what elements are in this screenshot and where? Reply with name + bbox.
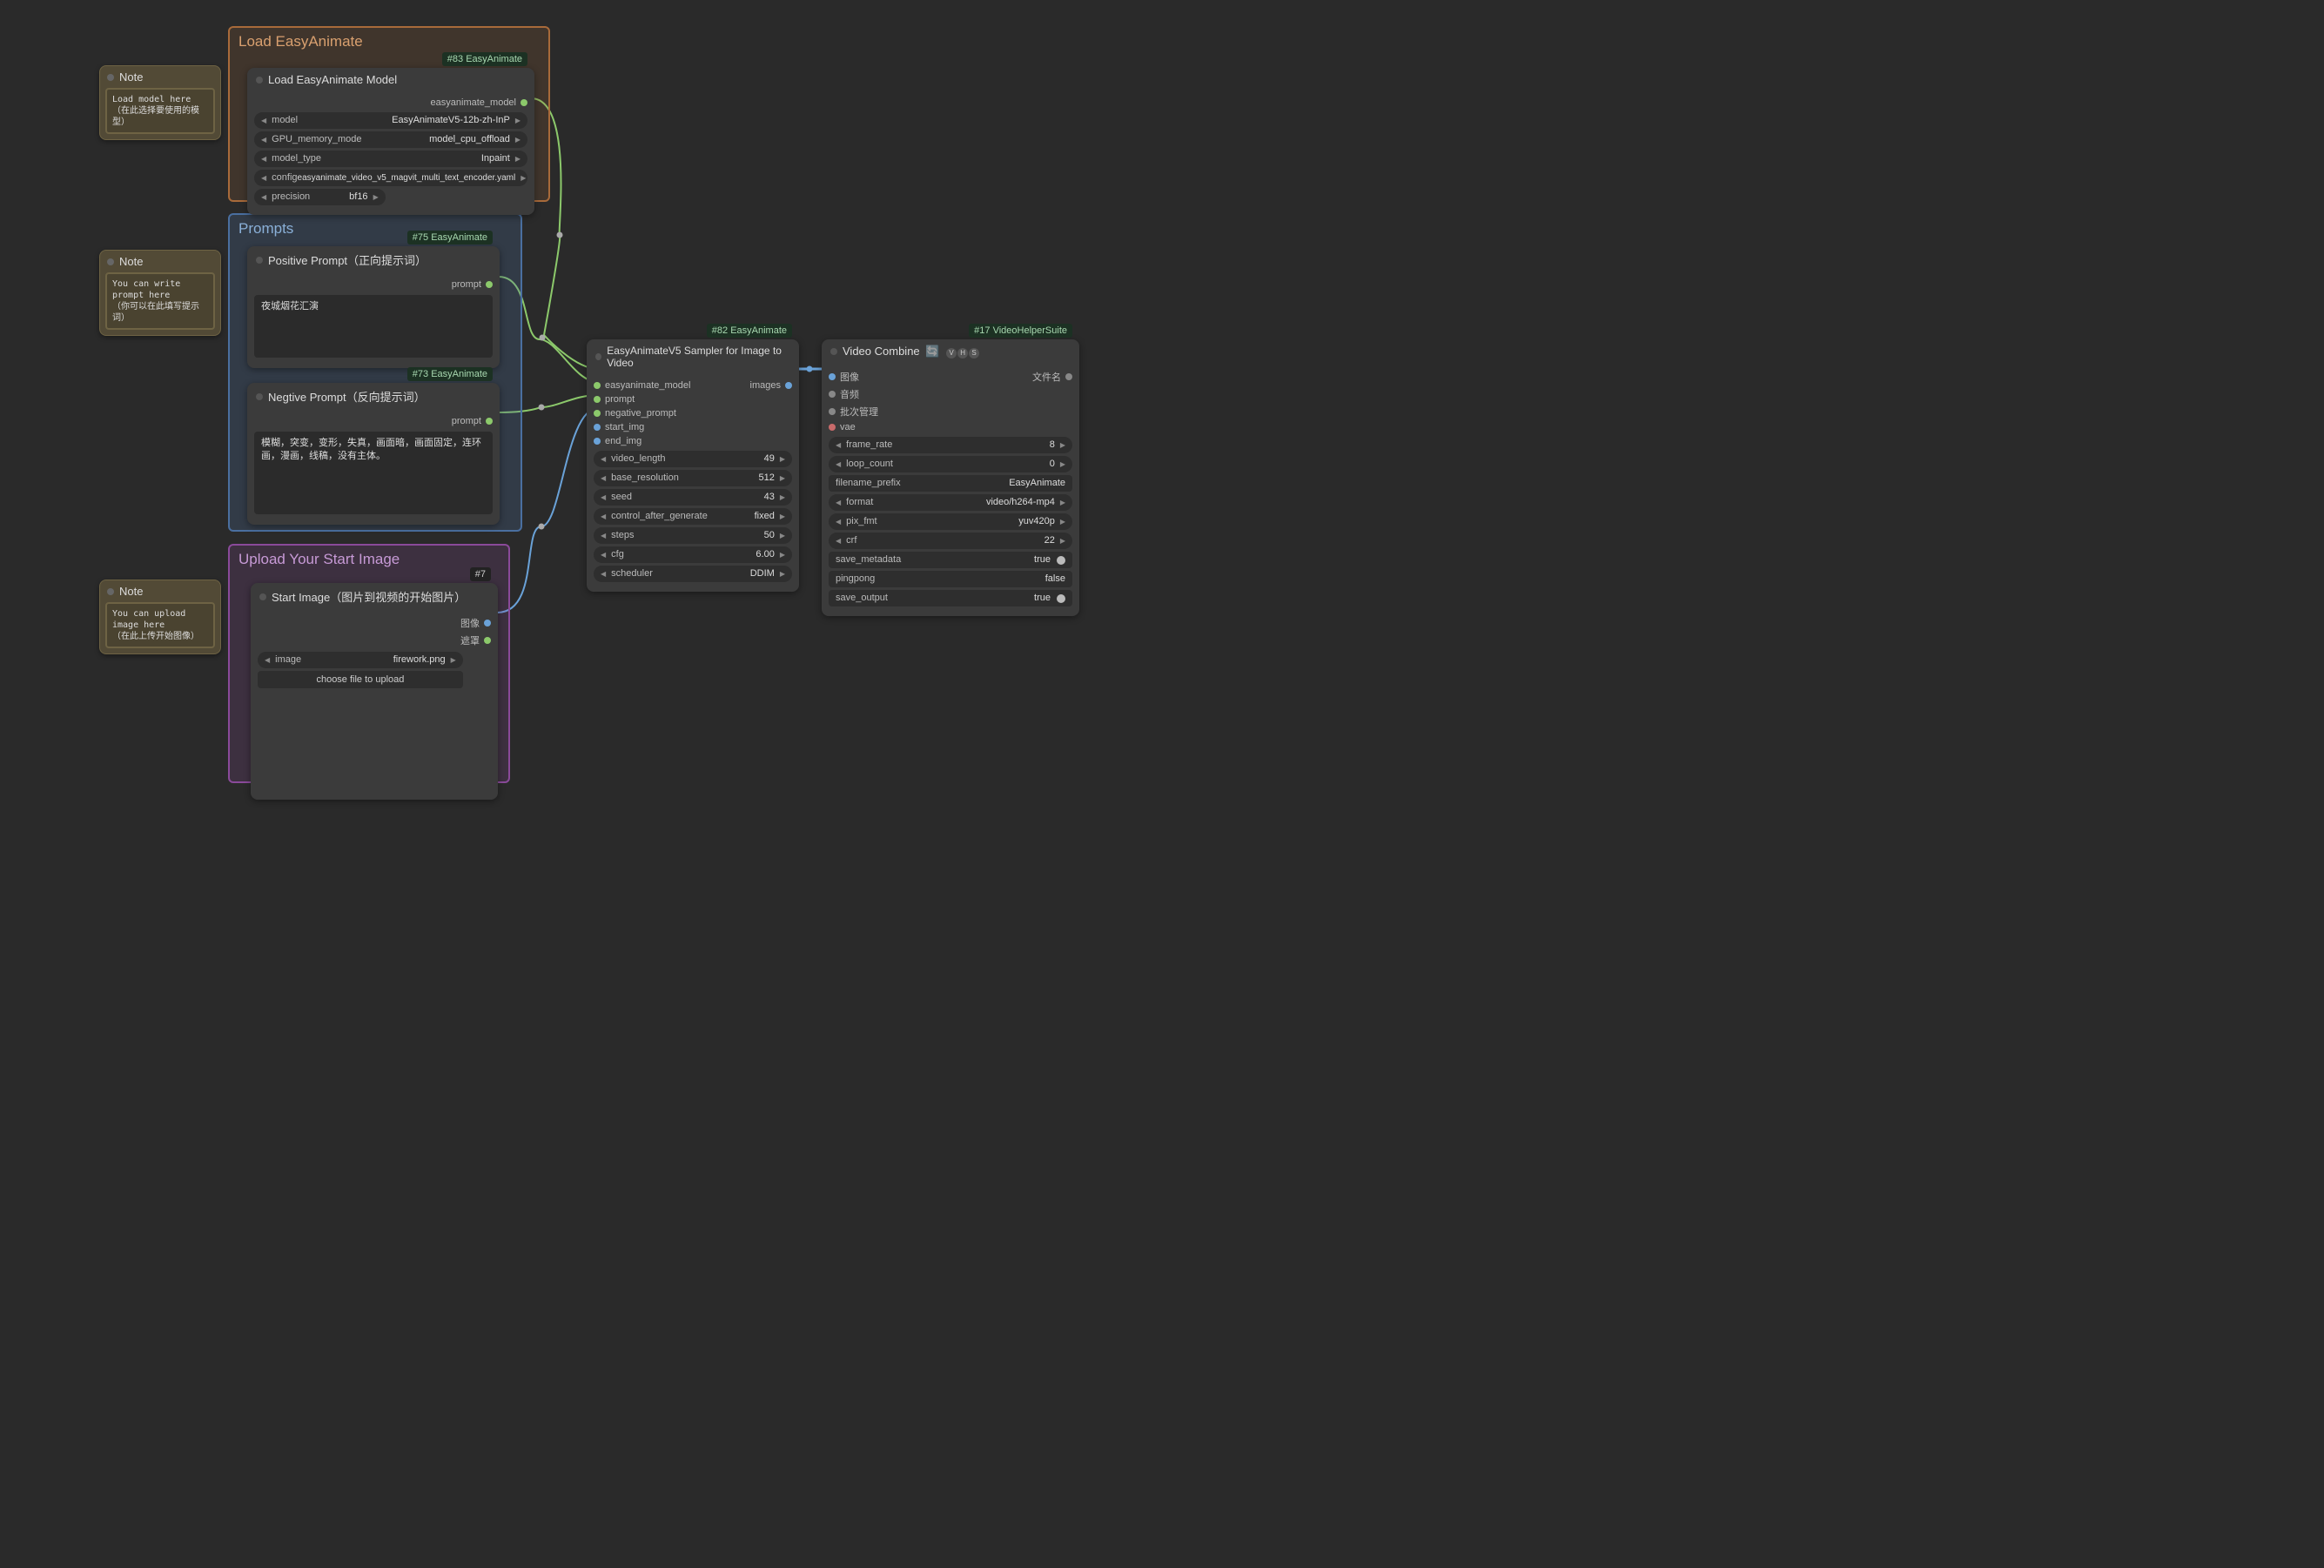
node-title: Load EasyAnimate Model: [268, 73, 397, 86]
collapse-icon[interactable]: [830, 348, 837, 355]
widget-pingpong[interactable]: pingpong false: [829, 571, 1072, 587]
note-load-model: Note Load model here （在此选择要使用的模型）: [99, 65, 221, 140]
in-port-label: vae: [840, 422, 856, 432]
note-title: Note: [119, 585, 143, 598]
widget-seed[interactable]: seed 43: [594, 489, 792, 506]
widget-precision[interactable]: precision bf16: [254, 189, 386, 205]
widget-format[interactable]: format video/h264-mp4: [829, 494, 1072, 511]
note-text: Load model here: [112, 94, 208, 105]
node-load-easyanimate-model[interactable]: #83 EasyAnimate Load EasyAnimate Model e…: [247, 68, 534, 215]
in-port-icon[interactable]: [594, 396, 601, 403]
node-title: EasyAnimateV5 Sampler for Image to Video: [607, 345, 790, 369]
note-text: （在此上传开始图像）: [112, 631, 208, 642]
collapse-icon[interactable]: [256, 77, 263, 84]
reload-icon[interactable]: 🔄: [925, 345, 939, 358]
widget-base-resolution[interactable]: base_resolution 512: [594, 470, 792, 486]
widget-filename-prefix[interactable]: filename_prefix EasyAnimate: [829, 475, 1072, 492]
collapse-icon[interactable]: [256, 257, 263, 264]
note-upload-image: Note You can upload image here （在此上传开始图像…: [99, 580, 221, 654]
in-port-label: easyanimate_model: [605, 380, 690, 391]
node-title: Negtive Prompt（反向提示词）: [268, 388, 426, 405]
out-port-icon[interactable]: [785, 382, 792, 389]
node-badge: #82 EasyAnimate: [707, 324, 792, 338]
out-port-label: prompt: [452, 279, 481, 290]
node-positive-prompt[interactable]: #75 EasyAnimate Positive Prompt（正向提示词） p…: [247, 246, 500, 368]
note-text: （在此选择要使用的模型）: [112, 105, 208, 128]
out-port-label: 图像: [460, 616, 480, 630]
in-port-label: 音频: [840, 387, 859, 401]
out-port-icon[interactable]: [486, 281, 493, 288]
node-start-image[interactable]: #7 Start Image（图片到视频的开始图片） 图像 遮罩 image f…: [251, 583, 498, 800]
note-title: Note: [119, 255, 143, 268]
note-title: Note: [119, 70, 143, 84]
widget-loop-count[interactable]: loop_count 0: [829, 456, 1072, 472]
widget-scheduler[interactable]: scheduler DDIM: [594, 566, 792, 582]
in-port-icon[interactable]: [594, 410, 601, 417]
out-port-icon[interactable]: [486, 418, 493, 425]
vhs-icon: VHS: [946, 348, 979, 358]
in-port-icon[interactable]: [829, 424, 836, 431]
widget-control-after-generate[interactable]: control_after_generate fixed: [594, 508, 792, 525]
node-negative-prompt[interactable]: #73 EasyAnimate Negtive Prompt（反向提示词） pr…: [247, 383, 500, 525]
group-title: Upload Your Start Image: [237, 549, 501, 570]
toggle-icon[interactable]: [1057, 556, 1065, 565]
widget-model[interactable]: model EasyAnimateV5-12b-zh-InP: [254, 112, 527, 129]
collapse-icon[interactable]: [256, 393, 263, 400]
in-port-label: 批次管理: [840, 405, 878, 419]
out-port-icon[interactable]: [521, 99, 527, 106]
widget-steps[interactable]: steps 50: [594, 527, 792, 544]
toggle-icon[interactable]: [1057, 594, 1065, 603]
node-easyanimate-sampler[interactable]: #82 EasyAnimate EasyAnimateV5 Sampler fo…: [587, 339, 799, 592]
note-prompt: Note You can write prompt here （你可以在此填写提…: [99, 250, 221, 336]
widget-save-metadata[interactable]: save_metadata true: [829, 552, 1072, 568]
in-port-label: negative_prompt: [605, 408, 676, 419]
in-port-label: start_img: [605, 422, 644, 432]
note-text: You can upload image here: [112, 608, 208, 631]
prompt-textarea[interactable]: 夜城烟花汇演: [254, 295, 493, 358]
widget-crf[interactable]: crf 22: [829, 533, 1072, 549]
widget-pix-fmt[interactable]: pix_fmt yuv420p: [829, 513, 1072, 530]
in-port-label: prompt: [605, 394, 635, 405]
widget-gpu-memory-mode[interactable]: GPU_memory_mode model_cpu_offload: [254, 131, 527, 148]
node-badge: #75 EasyAnimate: [407, 231, 493, 245]
in-port-icon[interactable]: [829, 373, 836, 380]
widget-config[interactable]: config easyanimate_video_v5_magvit_multi…: [254, 170, 527, 186]
out-port-label: easyanimate_model: [431, 97, 516, 108]
in-port-icon[interactable]: [594, 438, 601, 445]
node-title: Start Image（图片到视频的开始图片）: [272, 588, 466, 605]
in-port-icon[interactable]: [829, 391, 836, 398]
widget-frame-rate[interactable]: frame_rate 8: [829, 437, 1072, 453]
widget-model-type[interactable]: model_type Inpaint: [254, 151, 527, 167]
collapse-icon[interactable]: [259, 593, 266, 600]
out-port-icon[interactable]: [484, 637, 491, 644]
choose-file-button[interactable]: choose file to upload: [258, 671, 463, 688]
out-port-icon[interactable]: [1065, 373, 1072, 380]
out-port-label: 文件名: [1032, 370, 1061, 384]
out-port-label: 遮罩: [460, 633, 480, 647]
node-title: Video Combine 🔄 VHS: [843, 345, 979, 358]
in-port-label: end_img: [605, 436, 641, 446]
group-title: Load EasyAnimate: [237, 31, 541, 52]
node-badge: #73 EasyAnimate: [407, 367, 493, 381]
node-badge: #7: [470, 567, 491, 581]
out-port-label: images: [750, 380, 781, 391]
note-text: （你可以在此填写提示词）: [112, 301, 208, 324]
collapse-icon[interactable]: [595, 353, 601, 360]
node-title: Positive Prompt（正向提示词）: [268, 251, 427, 268]
node-badge: #83 EasyAnimate: [442, 52, 527, 66]
in-port-label: 图像: [840, 370, 859, 384]
widget-save-output[interactable]: save_output true: [829, 590, 1072, 606]
prompt-textarea[interactable]: 模糊，突变，变形，失真，画面暗，画面固定，连环画，漫画，线稿，没有主体。: [254, 432, 493, 514]
out-port-label: prompt: [452, 416, 481, 426]
in-port-icon[interactable]: [829, 408, 836, 415]
node-video-combine[interactable]: #17 VideoHelperSuite Video Combine 🔄 VHS…: [822, 339, 1079, 616]
widget-cfg[interactable]: cfg 6.00: [594, 546, 792, 563]
out-port-icon[interactable]: [484, 620, 491, 627]
in-port-icon[interactable]: [594, 382, 601, 389]
widget-image[interactable]: image firework.png: [258, 652, 463, 668]
in-port-icon[interactable]: [594, 424, 601, 431]
widget-video-length[interactable]: video_length 49: [594, 451, 792, 467]
note-text: You can write prompt here: [112, 278, 208, 301]
node-badge: #17 VideoHelperSuite: [969, 324, 1072, 338]
